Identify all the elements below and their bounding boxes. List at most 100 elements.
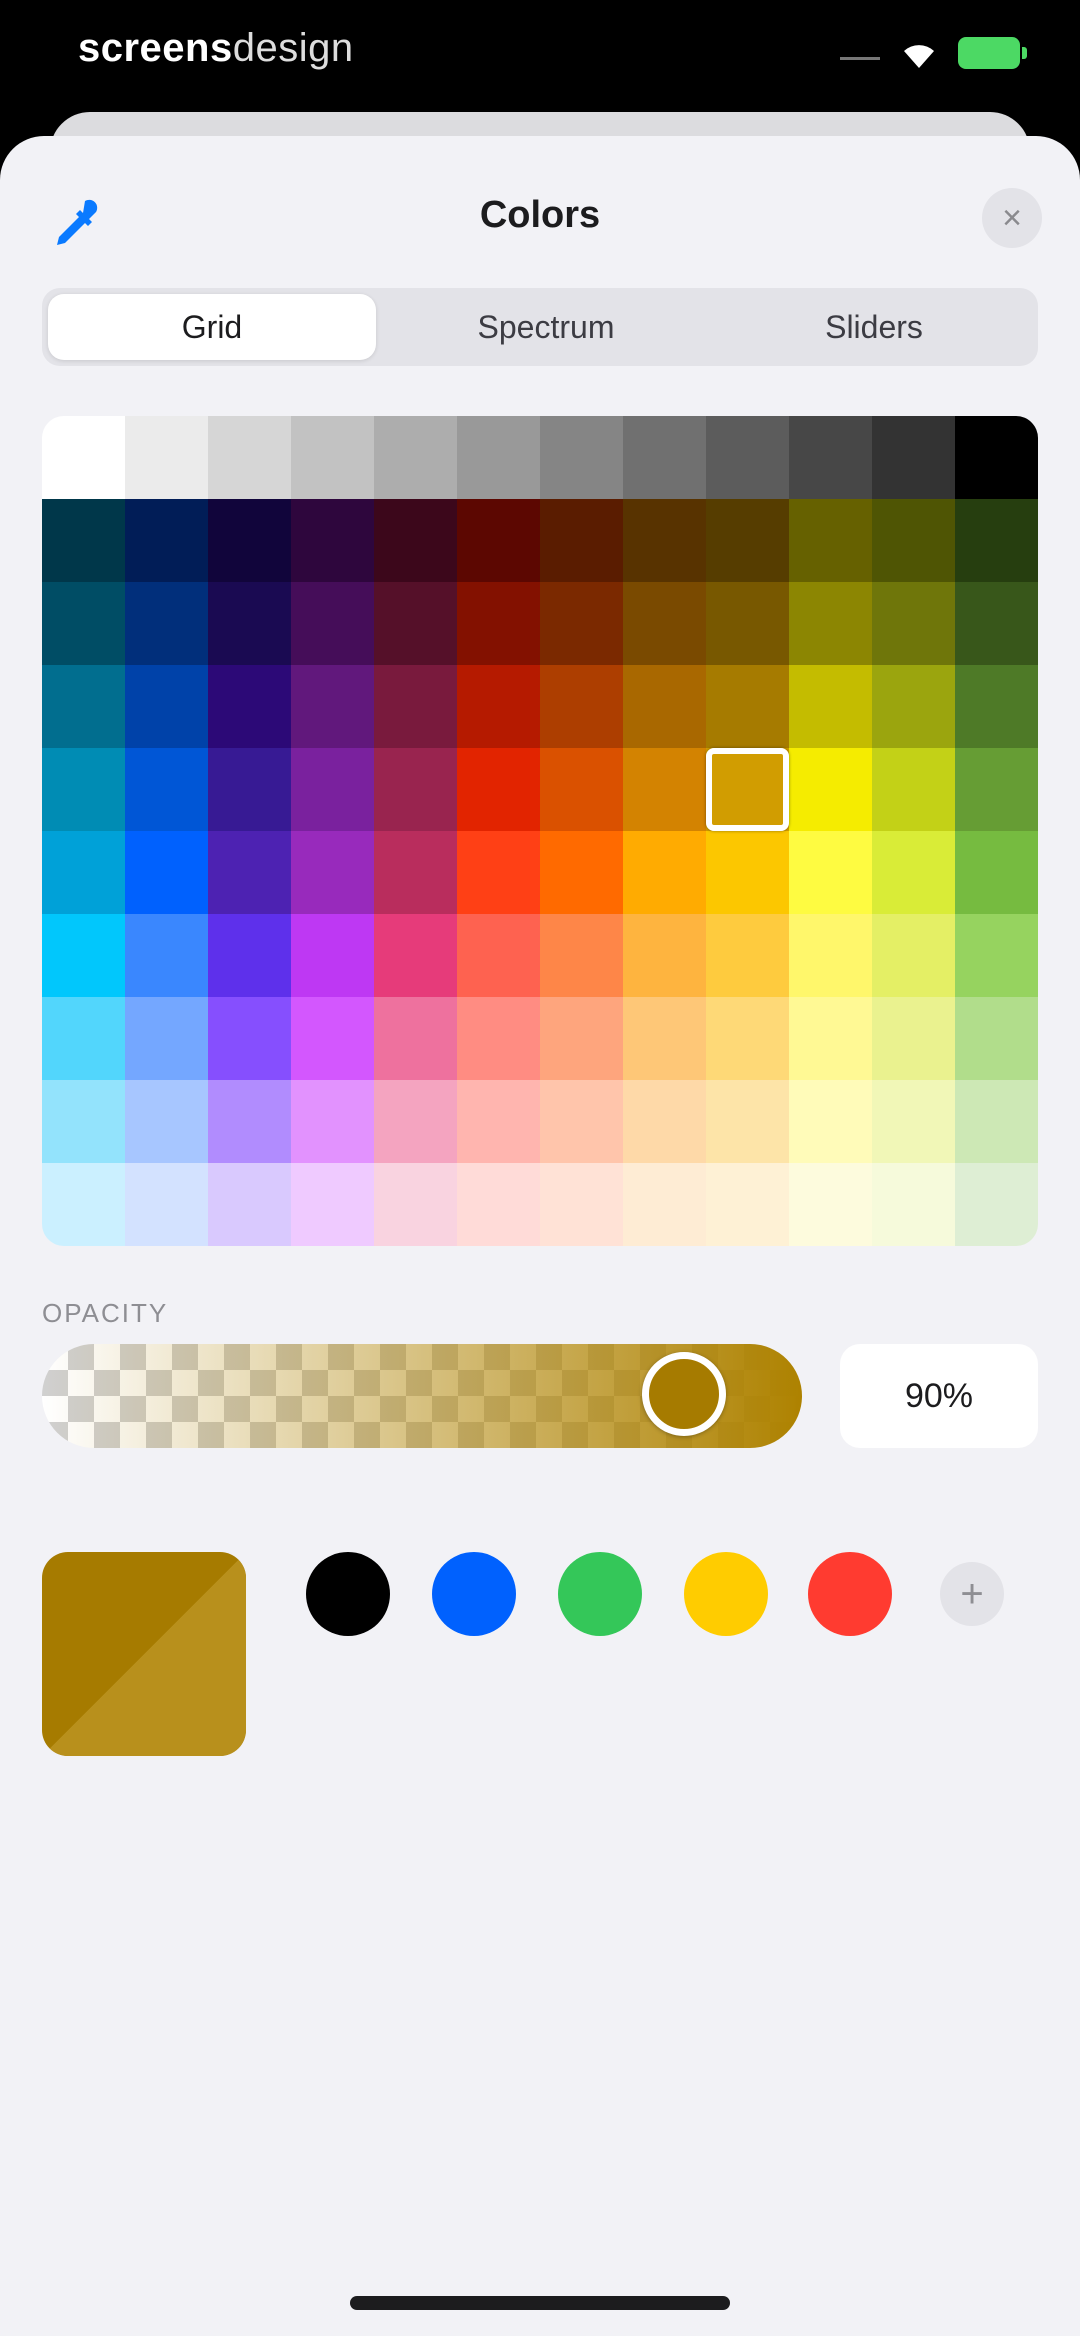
color-swatch[interactable]	[872, 665, 955, 748]
color-swatch[interactable]	[457, 582, 540, 665]
color-swatch[interactable]	[374, 831, 457, 914]
color-swatch[interactable]	[706, 499, 789, 582]
color-swatch[interactable]	[125, 1163, 208, 1246]
color-swatch[interactable]	[125, 1080, 208, 1163]
grayscale-swatch[interactable]	[706, 416, 789, 499]
color-swatch[interactable]	[872, 748, 955, 831]
color-swatch[interactable]	[540, 914, 623, 997]
grayscale-swatch[interactable]	[457, 416, 540, 499]
color-swatch[interactable]	[706, 665, 789, 748]
color-swatch[interactable]	[540, 997, 623, 1080]
color-swatch[interactable]	[623, 582, 706, 665]
color-swatch[interactable]	[623, 831, 706, 914]
color-swatch[interactable]	[623, 914, 706, 997]
color-swatch[interactable]	[955, 748, 1038, 831]
color-swatch[interactable]	[208, 914, 291, 997]
color-swatch[interactable]	[623, 1163, 706, 1246]
favorite-color-swatch[interactable]	[808, 1552, 892, 1636]
color-swatch[interactable]	[42, 831, 125, 914]
color-swatch[interactable]	[457, 1080, 540, 1163]
color-swatch[interactable]	[291, 748, 374, 831]
color-swatch[interactable]	[291, 665, 374, 748]
grayscale-swatch[interactable]	[872, 416, 955, 499]
color-swatch[interactable]	[872, 1163, 955, 1246]
color-swatch[interactable]	[706, 914, 789, 997]
color-swatch[interactable]	[457, 997, 540, 1080]
color-swatch[interactable]	[125, 748, 208, 831]
color-swatch[interactable]	[291, 997, 374, 1080]
color-swatch[interactable]	[125, 499, 208, 582]
color-swatch[interactable]	[457, 831, 540, 914]
color-swatch[interactable]	[457, 1163, 540, 1246]
color-swatch[interactable]	[789, 665, 872, 748]
color-swatch[interactable]	[955, 997, 1038, 1080]
favorite-color-swatch[interactable]	[684, 1552, 768, 1636]
color-swatch[interactable]	[540, 1163, 623, 1246]
color-swatch[interactable]	[872, 1080, 955, 1163]
color-swatch[interactable]	[955, 831, 1038, 914]
color-swatch[interactable]	[540, 748, 623, 831]
color-swatch[interactable]	[42, 499, 125, 582]
color-swatch[interactable]	[208, 997, 291, 1080]
color-swatch[interactable]	[208, 1080, 291, 1163]
opacity-value-field[interactable]: 90%	[840, 1344, 1038, 1448]
color-swatch[interactable]	[623, 665, 706, 748]
color-swatch[interactable]	[872, 914, 955, 997]
color-swatch[interactable]	[208, 831, 291, 914]
color-swatch[interactable]	[42, 1080, 125, 1163]
color-swatch[interactable]	[125, 831, 208, 914]
grayscale-swatch[interactable]	[208, 416, 291, 499]
color-swatch[interactable]	[540, 831, 623, 914]
color-swatch[interactable]	[291, 914, 374, 997]
color-swatch[interactable]	[623, 748, 706, 831]
color-swatch[interactable]	[42, 665, 125, 748]
favorite-color-swatch[interactable]	[558, 1552, 642, 1636]
grayscale-swatch[interactable]	[955, 416, 1038, 499]
color-swatch[interactable]	[208, 499, 291, 582]
grayscale-swatch[interactable]	[374, 416, 457, 499]
color-swatch[interactable]	[457, 914, 540, 997]
grayscale-swatch[interactable]	[623, 416, 706, 499]
color-swatch[interactable]	[374, 499, 457, 582]
color-swatch[interactable]	[540, 1080, 623, 1163]
color-swatch[interactable]	[374, 914, 457, 997]
color-swatch[interactable]	[208, 582, 291, 665]
color-swatch[interactable]	[789, 748, 872, 831]
color-swatch[interactable]	[706, 582, 789, 665]
color-swatch[interactable]	[42, 914, 125, 997]
grayscale-swatch[interactable]	[540, 416, 623, 499]
favorite-color-swatch[interactable]	[306, 1552, 390, 1636]
color-swatch[interactable]	[374, 665, 457, 748]
color-swatch[interactable]	[42, 1163, 125, 1246]
color-swatch[interactable]	[208, 665, 291, 748]
color-swatch[interactable]	[208, 1163, 291, 1246]
add-favorite-button[interactable]: +	[940, 1562, 1004, 1626]
color-swatch[interactable]	[457, 499, 540, 582]
color-swatch[interactable]	[872, 582, 955, 665]
color-swatch[interactable]	[208, 748, 291, 831]
color-swatch[interactable]	[125, 914, 208, 997]
color-swatch[interactable]	[789, 1163, 872, 1246]
color-swatch[interactable]	[374, 582, 457, 665]
color-swatch[interactable]	[955, 582, 1038, 665]
color-swatch[interactable]	[789, 831, 872, 914]
color-swatch[interactable]	[457, 665, 540, 748]
color-swatch[interactable]	[125, 582, 208, 665]
color-swatch[interactable]	[291, 499, 374, 582]
color-swatch[interactable]	[42, 582, 125, 665]
color-swatch[interactable]	[623, 1080, 706, 1163]
color-swatch[interactable]	[540, 582, 623, 665]
color-swatch[interactable]	[374, 748, 457, 831]
color-swatch[interactable]	[291, 831, 374, 914]
grayscale-swatch[interactable]	[125, 416, 208, 499]
color-swatch[interactable]	[789, 582, 872, 665]
grayscale-swatch[interactable]	[789, 416, 872, 499]
tab-grid[interactable]: Grid	[48, 294, 376, 360]
color-swatch[interactable]	[955, 665, 1038, 748]
color-swatch[interactable]	[457, 748, 540, 831]
grayscale-swatch[interactable]	[42, 416, 125, 499]
color-swatch[interactable]	[789, 997, 872, 1080]
grayscale-swatch[interactable]	[291, 416, 374, 499]
color-swatch[interactable]	[789, 914, 872, 997]
color-swatch[interactable]	[374, 1080, 457, 1163]
